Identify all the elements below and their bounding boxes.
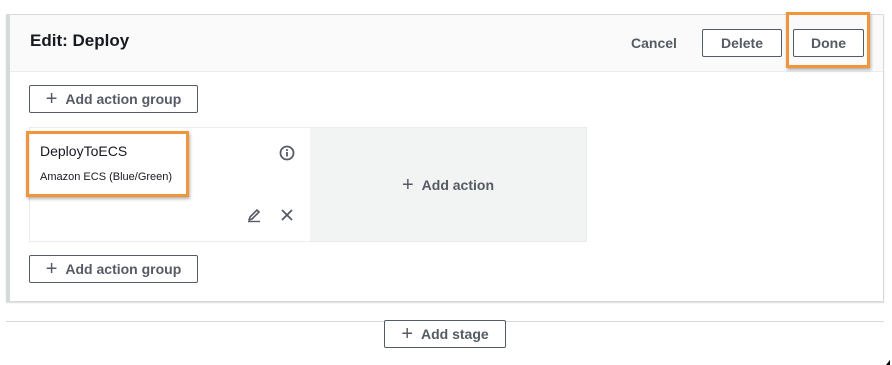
add-action-group-label: Add action group xyxy=(65,261,182,277)
edit-icon[interactable] xyxy=(244,206,264,224)
plus-icon: + xyxy=(401,173,414,196)
plus-icon: + xyxy=(401,323,413,345)
delete-button[interactable]: Delete xyxy=(702,29,782,57)
add-action-group-label: Add action group xyxy=(65,91,182,107)
add-action-group-button-bottom[interactable]: + Add action group xyxy=(29,255,198,283)
add-action-content: + Add action xyxy=(402,175,494,195)
done-button[interactable]: Done xyxy=(793,29,864,57)
action-name: DeployToECS xyxy=(40,143,128,159)
stage-title: Edit: Deploy xyxy=(30,31,130,50)
action-group: DeployToECS Amazon ECS (Blue/Green) + Ad… xyxy=(29,127,587,242)
action-card: DeployToECS Amazon ECS (Blue/Green) xyxy=(30,128,311,241)
close-icon[interactable] xyxy=(278,206,296,224)
cursor-icon xyxy=(886,360,890,365)
info-icon[interactable] xyxy=(278,144,296,162)
stage-header: Edit: Deploy Cancel Delete Done xyxy=(10,15,883,72)
add-stage-label: Add stage xyxy=(421,326,489,342)
add-action-button[interactable]: + Add action xyxy=(310,128,586,241)
add-action-label: Add action xyxy=(421,176,495,193)
action-provider: Amazon ECS (Blue/Green) xyxy=(40,171,173,183)
stage-panel: Edit: Deploy Cancel Delete Done + Add ac… xyxy=(6,14,884,302)
plus-icon: + xyxy=(45,258,58,280)
plus-icon: + xyxy=(45,88,58,110)
cancel-button[interactable]: Cancel xyxy=(631,29,677,57)
add-stage-button[interactable]: + Add stage xyxy=(384,320,506,348)
add-action-group-button-top[interactable]: + Add action group xyxy=(29,85,198,113)
